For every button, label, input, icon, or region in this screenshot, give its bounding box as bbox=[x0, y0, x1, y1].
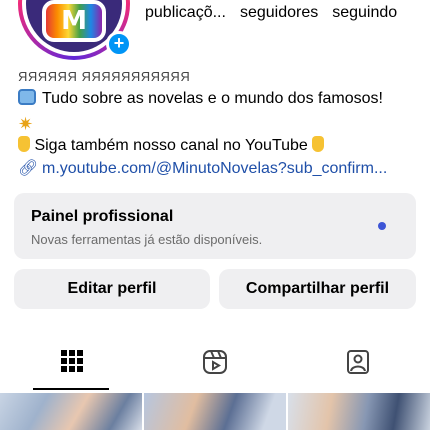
profile-avatar[interactable]: M + bbox=[18, 0, 132, 60]
posts-stat[interactable]: publicaçõ... bbox=[145, 4, 226, 22]
tv-logo-icon: M bbox=[42, 0, 106, 42]
reels-icon bbox=[202, 350, 227, 374]
tab-posts-grid[interactable] bbox=[0, 340, 143, 390]
panel-title: Painel profissional bbox=[31, 208, 174, 225]
bio-line-3: Siga também nosso canal no YouTube bbox=[18, 136, 325, 155]
profile-tabs bbox=[0, 340, 430, 390]
followers-stat[interactable]: seguidores bbox=[240, 4, 318, 22]
tab-tagged[interactable] bbox=[286, 340, 429, 390]
edit-profile-button[interactable]: Editar perfil bbox=[14, 269, 210, 309]
bio-text-1: Tudo sobre as novelas e o mundo dos famo… bbox=[42, 90, 383, 107]
bio-line-2: ✷ bbox=[18, 114, 33, 135]
share-profile-button[interactable]: Compartilhar perfil bbox=[219, 269, 416, 309]
professional-dashboard-card[interactable]: Painel profissional Novas ferramentas já… bbox=[14, 193, 416, 259]
profile-name: ЯЯЯЯЯЯ ЯЯЯЯЯЯЯЯЯЯЯ bbox=[18, 69, 191, 84]
notification-dot-icon bbox=[378, 222, 386, 230]
post-thumbnail[interactable] bbox=[144, 393, 286, 430]
add-story-icon[interactable]: + bbox=[106, 31, 132, 57]
post-thumbnail[interactable] bbox=[0, 393, 142, 430]
pointing-down-emoji-icon bbox=[18, 136, 30, 152]
active-tab-indicator bbox=[33, 388, 109, 390]
bio-link-text[interactable]: m.youtube.com/@MinutoNovelas?sub_confirm… bbox=[42, 160, 387, 177]
post-thumbnail[interactable] bbox=[288, 393, 430, 430]
sparkle-emoji-icon: ✷ bbox=[18, 114, 34, 134]
following-stat[interactable]: seguindo bbox=[332, 4, 397, 22]
bio-link[interactable]: 🔗︎ m.youtube.com/@MinutoNovelas?sub_confi… bbox=[18, 158, 387, 178]
posts-grid bbox=[0, 393, 430, 430]
tagged-icon bbox=[346, 350, 369, 374]
avatar-letter: M bbox=[61, 6, 87, 36]
tv-emoji-icon bbox=[18, 89, 36, 105]
link-icon: 🔗︎ bbox=[18, 160, 39, 177]
bio-text-3: Siga também nosso canal no YouTube bbox=[34, 137, 308, 154]
pointing-down-emoji-icon bbox=[312, 136, 325, 152]
tab-reels[interactable] bbox=[143, 340, 286, 390]
bio-line-1: Tudo sobre as novelas e o mundo dos famo… bbox=[18, 89, 383, 108]
panel-subtitle: Novas ferramentas já estão disponíveis. bbox=[31, 232, 263, 247]
profile-stats: publicaçõ... seguidores seguindo bbox=[145, 4, 397, 22]
grid-icon bbox=[60, 350, 83, 372]
